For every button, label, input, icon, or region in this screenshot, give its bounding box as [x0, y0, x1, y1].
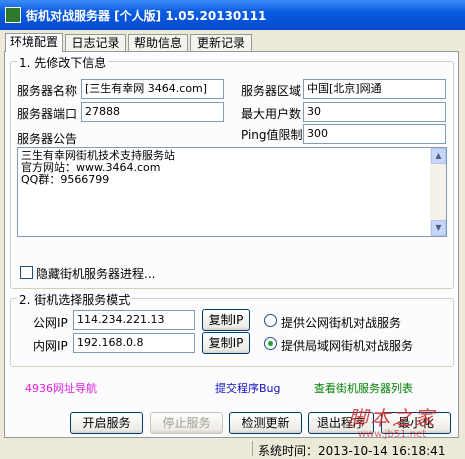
public-ip-input[interactable]: 114.234.221.13 — [73, 310, 195, 330]
title-bar: 街机对战服务器 [个人版] 1.05.20130111 — [0, 0, 465, 30]
stop-service-button[interactable]: 停止服务 — [150, 412, 223, 434]
window-title: 街机对战服务器 [个人版] 1.05.20130111 — [26, 9, 267, 23]
tab-page-env-config: 1. 先修改下信息 服务器名称 [三生有幸网 3464.com] 服务器区域 中… — [4, 51, 459, 438]
status-bar: 系统时间：2013-10-14 16:18:41 — [0, 440, 465, 458]
watermark: 脚本之家 www.jb51.net — [322, 402, 462, 440]
watermark-title: 脚本之家 — [348, 406, 436, 430]
server-port-input[interactable]: 27888 — [81, 102, 224, 122]
lan-ip-input[interactable]: 192.168.0.8 — [73, 333, 195, 353]
start-service-button[interactable]: 开启服务 — [70, 412, 143, 434]
max-users-input[interactable]: 30 — [303, 102, 446, 122]
server-port-label: 服务器端口 — [17, 107, 78, 121]
server-region-label: 服务器区域 — [241, 84, 302, 98]
lan-service-label[interactable]: 提供局域网街机对战服务 — [281, 337, 413, 354]
hide-process-checkbox[interactable] — [20, 266, 33, 279]
watermark-url: www.jb51.net — [357, 429, 427, 440]
status-time: 系统时间：2013-10-14 16:18:41 — [258, 444, 446, 458]
notice-text: 三生有幸网街机技术支持服务站 官方网站：www.3464.com QQ群：956… — [21, 149, 175, 186]
tab-env-config[interactable]: 环境配置 — [5, 33, 63, 52]
check-update-button[interactable]: 检测更新 — [229, 412, 302, 434]
nav-link[interactable]: 4936网址导航 — [25, 380, 97, 396]
scroll-down-icon[interactable]: ▼ — [431, 220, 446, 236]
app-icon — [5, 7, 21, 23]
status-separator — [252, 441, 253, 456]
public-ip-label: 公网IP — [33, 316, 68, 330]
tab-changelog[interactable]: 更新记录 — [190, 34, 252, 51]
tab-help[interactable]: 帮助信息 — [128, 34, 188, 51]
server-name-input[interactable]: [三生有幸网 3464.com] — [81, 79, 224, 99]
lan-service-radio[interactable] — [264, 337, 277, 350]
hide-process-label[interactable]: 隐藏街机服务器进程... — [36, 265, 155, 282]
copy-public-ip-button[interactable]: 复制IP — [202, 309, 250, 331]
ping-limit-label: Ping值限制 — [241, 128, 303, 142]
max-users-label: 最大用户数 — [241, 107, 302, 121]
server-name-label: 服务器名称 — [17, 84, 78, 98]
ping-limit-input[interactable]: 300 — [303, 124, 446, 144]
notice-scrollbar[interactable]: ▲ ▼ — [430, 148, 446, 236]
mode-group-legend: 2. 街机选择服务模式 — [17, 291, 133, 308]
submit-bug-link[interactable]: 提交程序Bug — [215, 380, 281, 396]
lan-ip-label: 内网IP — [33, 339, 68, 353]
scroll-up-icon[interactable]: ▲ — [431, 148, 446, 164]
copy-lan-ip-button[interactable]: 复制IP — [202, 332, 250, 354]
notice-textarea[interactable]: 三生有幸网街机技术支持服务站 官方网站：www.3464.com QQ群：956… — [17, 147, 447, 237]
public-service-label[interactable]: 提供公网街机对战服务 — [281, 314, 401, 331]
notice-label: 服务器公告 — [17, 132, 78, 146]
server-region-input[interactable]: 中国[北京]网通 — [303, 79, 446, 99]
tab-log[interactable]: 日志记录 — [65, 34, 126, 51]
view-servers-link[interactable]: 查看街机服务器列表 — [314, 380, 413, 396]
public-service-radio[interactable] — [264, 314, 277, 327]
info-group-legend: 1. 先修改下信息 — [17, 54, 109, 71]
